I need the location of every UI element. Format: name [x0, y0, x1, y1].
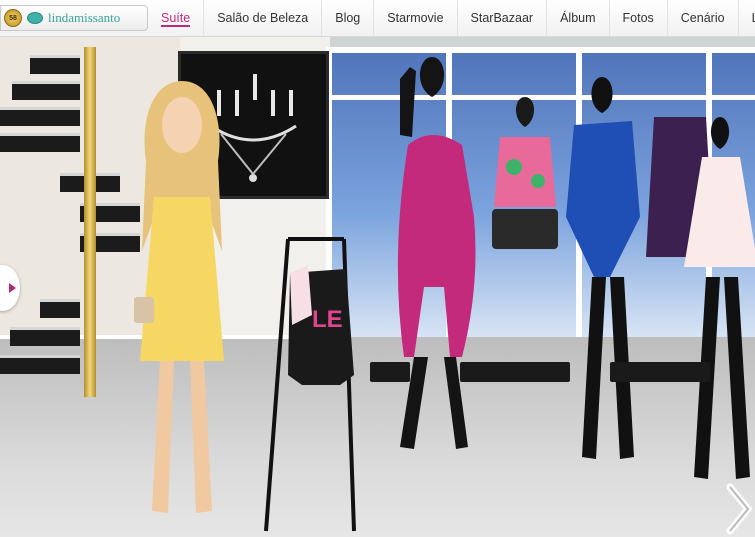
- suite-scene: LE: [0, 37, 755, 537]
- nav-item-starmovie[interactable]: Starmovie: [373, 0, 456, 36]
- user-box[interactable]: 58 lindamissanto: [0, 5, 148, 31]
- top-navigation-bar: 58 lindamissanto Suíte Salão de Beleza B…: [0, 0, 755, 37]
- mannequin-blue-romper[interactable]: [552, 77, 652, 467]
- mannequin-white-ruffle-dress[interactable]: [680, 117, 755, 487]
- display-platform: [610, 362, 710, 382]
- arrow-right-icon[interactable]: [722, 483, 752, 535]
- nav-item-truncated[interactable]: L: [737, 0, 755, 36]
- clothes-rack[interactable]: LE: [258, 235, 368, 537]
- nav-item-salao-de-beleza[interactable]: Salão de Beleza: [203, 0, 321, 36]
- display-platform: [460, 362, 570, 382]
- gold-railing: [84, 47, 96, 397]
- display-platform: [370, 362, 410, 382]
- nav-item-fotos[interactable]: Fotos: [608, 0, 667, 36]
- nav-item-starbazaar[interactable]: StarBazaar: [456, 0, 547, 36]
- nav-item-blog[interactable]: Blog: [321, 0, 373, 36]
- shirt-print: LE: [312, 306, 343, 333]
- nav-item-album[interactable]: Álbum: [546, 0, 608, 36]
- username-link[interactable]: lindamissanto: [48, 10, 120, 26]
- level-badge-icon: 58: [4, 9, 22, 27]
- player-avatar[interactable]: [112, 81, 252, 521]
- nav-item-cenario[interactable]: Cenário: [666, 0, 738, 36]
- diamond-icon: [27, 12, 43, 24]
- main-nav: Suíte Salão de Beleza Blog Starmovie Sta…: [148, 0, 755, 36]
- spiral-staircase: [0, 37, 140, 397]
- nav-item-suite[interactable]: Suíte: [148, 0, 203, 36]
